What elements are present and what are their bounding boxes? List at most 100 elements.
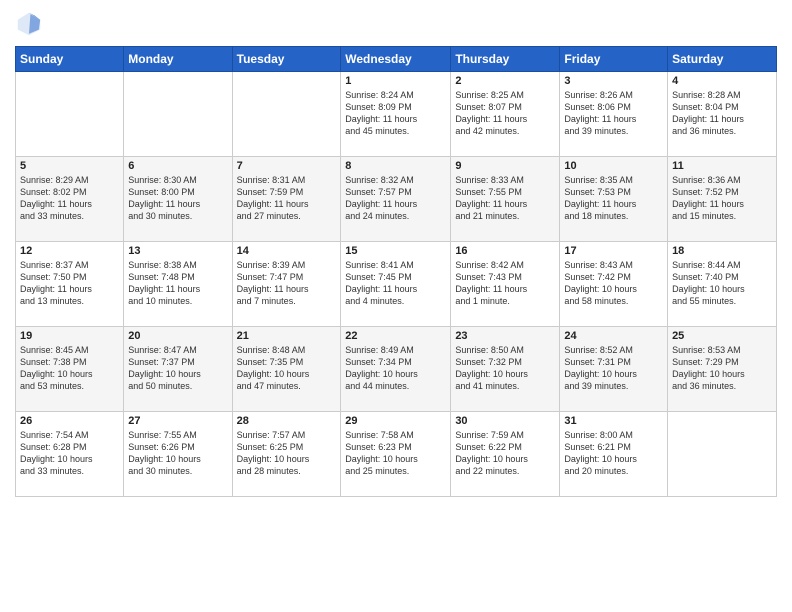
day-number: 3 [564, 75, 663, 87]
calendar-cell: 11Sunrise: 8:36 AM Sunset: 7:52 PM Dayli… [668, 157, 777, 242]
calendar-cell: 7 Sunrise: 8:31 AM Sunset: 7:59 PM Daylig… [232, 157, 341, 242]
day-number: 13 [128, 245, 227, 257]
day-number: 29 [345, 415, 446, 427]
day-info: Sunrise: 7:54 AM Sunset: 6:28 PM Dayligh… [20, 429, 119, 478]
day-info: Sunrise: 8:44 AM Sunset: 7:40 PM Dayligh… [672, 259, 772, 308]
day-number: 21 [237, 330, 337, 342]
day-header-friday: Friday [560, 47, 668, 72]
calendar-cell: 5 Sunrise: 8:29 AM Sunset: 8:02 PM Daylig… [16, 157, 124, 242]
calendar-cell: 25Sunrise: 8:53 AM Sunset: 7:29 PM Dayli… [668, 327, 777, 412]
day-info: Sunrise: 8:28 AM Sunset: 8:04 PM Dayligh… [672, 89, 772, 138]
calendar-week-4: 19 Sunrise: 8:45 AM Sunset: 7:38 PM Dayli… [16, 327, 777, 412]
day-info: Sunrise: 8:50 AM Sunset: 7:32 PM Dayligh… [455, 344, 555, 393]
day-info: Sunrise: 8:35 AM Sunset: 7:53 PM Dayligh… [564, 174, 663, 223]
day-number: 24 [564, 330, 663, 342]
day-number: 31 [564, 415, 663, 427]
calendar-week-5: 26 Sunrise: 7:54 AM Sunset: 6:28 PM Dayli… [16, 412, 777, 497]
day-number: 1 [345, 75, 446, 87]
day-header-wednesday: Wednesday [341, 47, 451, 72]
day-info: Sunrise: 8:39 AM Sunset: 7:47 PM Dayligh… [237, 259, 337, 308]
day-number: 11 [672, 160, 772, 172]
calendar-cell: 20 Sunrise: 8:47 AM Sunset: 7:37 PM Dayli… [124, 327, 232, 412]
day-info: Sunrise: 8:43 AM Sunset: 7:42 PM Dayligh… [564, 259, 663, 308]
day-header-sunday: Sunday [16, 47, 124, 72]
day-info: Sunrise: 7:57 AM Sunset: 6:25 PM Dayligh… [237, 429, 337, 478]
calendar-cell [16, 72, 124, 157]
day-number: 2 [455, 75, 555, 87]
day-info: Sunrise: 8:00 AM Sunset: 6:21 PM Dayligh… [564, 429, 663, 478]
logo [15, 10, 47, 38]
calendar-cell: 8 Sunrise: 8:32 AM Sunset: 7:57 PM Daylig… [341, 157, 451, 242]
day-number: 9 [455, 160, 555, 172]
calendar-cell: 24 Sunrise: 8:52 AM Sunset: 7:31 PM Dayli… [560, 327, 668, 412]
day-info: Sunrise: 8:41 AM Sunset: 7:45 PM Dayligh… [345, 259, 446, 308]
day-number: 19 [20, 330, 119, 342]
day-number: 22 [345, 330, 446, 342]
day-info: Sunrise: 8:32 AM Sunset: 7:57 PM Dayligh… [345, 174, 446, 223]
calendar-cell: 1 Sunrise: 8:24 AM Sunset: 8:09 PM Daylig… [341, 72, 451, 157]
calendar-cell: 14 Sunrise: 8:39 AM Sunset: 7:47 PM Dayli… [232, 242, 341, 327]
calendar-cell: 13 Sunrise: 8:38 AM Sunset: 7:48 PM Dayli… [124, 242, 232, 327]
calendar-cell: 9 Sunrise: 8:33 AM Sunset: 7:55 PM Daylig… [451, 157, 560, 242]
day-info: Sunrise: 7:55 AM Sunset: 6:26 PM Dayligh… [128, 429, 227, 478]
day-number: 4 [672, 75, 772, 87]
calendar-cell: 10 Sunrise: 8:35 AM Sunset: 7:53 PM Dayli… [560, 157, 668, 242]
day-number: 8 [345, 160, 446, 172]
calendar-cell: 12 Sunrise: 8:37 AM Sunset: 7:50 PM Dayli… [16, 242, 124, 327]
calendar-cell: 22 Sunrise: 8:49 AM Sunset: 7:34 PM Dayli… [341, 327, 451, 412]
day-number: 5 [20, 160, 119, 172]
day-info: Sunrise: 8:45 AM Sunset: 7:38 PM Dayligh… [20, 344, 119, 393]
day-header-tuesday: Tuesday [232, 47, 341, 72]
calendar-cell: 31 Sunrise: 8:00 AM Sunset: 6:21 PM Dayli… [560, 412, 668, 497]
day-info: Sunrise: 8:52 AM Sunset: 7:31 PM Dayligh… [564, 344, 663, 393]
calendar-cell: 3 Sunrise: 8:26 AM Sunset: 8:06 PM Daylig… [560, 72, 668, 157]
day-info: Sunrise: 8:38 AM Sunset: 7:48 PM Dayligh… [128, 259, 227, 308]
day-number: 27 [128, 415, 227, 427]
day-info: Sunrise: 8:26 AM Sunset: 8:06 PM Dayligh… [564, 89, 663, 138]
day-info: Sunrise: 8:24 AM Sunset: 8:09 PM Dayligh… [345, 89, 446, 138]
day-info: Sunrise: 8:47 AM Sunset: 7:37 PM Dayligh… [128, 344, 227, 393]
header [15, 10, 777, 38]
calendar-cell: 19 Sunrise: 8:45 AM Sunset: 7:38 PM Dayli… [16, 327, 124, 412]
day-info: Sunrise: 8:29 AM Sunset: 8:02 PM Dayligh… [20, 174, 119, 223]
day-number: 7 [237, 160, 337, 172]
day-number: 23 [455, 330, 555, 342]
day-number: 12 [20, 245, 119, 257]
calendar-cell: 4 Sunrise: 8:28 AM Sunset: 8:04 PM Daylig… [668, 72, 777, 157]
day-info: Sunrise: 8:48 AM Sunset: 7:35 PM Dayligh… [237, 344, 337, 393]
calendar-week-2: 5 Sunrise: 8:29 AM Sunset: 8:02 PM Daylig… [16, 157, 777, 242]
calendar-cell: 18Sunrise: 8:44 AM Sunset: 7:40 PM Dayli… [668, 242, 777, 327]
day-info: Sunrise: 7:58 AM Sunset: 6:23 PM Dayligh… [345, 429, 446, 478]
day-info: Sunrise: 8:49 AM Sunset: 7:34 PM Dayligh… [345, 344, 446, 393]
day-number: 30 [455, 415, 555, 427]
calendar-cell: 16Sunrise: 8:42 AM Sunset: 7:43 PM Dayli… [451, 242, 560, 327]
calendar-week-1: 1 Sunrise: 8:24 AM Sunset: 8:09 PM Daylig… [16, 72, 777, 157]
day-header-saturday: Saturday [668, 47, 777, 72]
calendar-cell: 26 Sunrise: 7:54 AM Sunset: 6:28 PM Dayli… [16, 412, 124, 497]
calendar: SundayMondayTuesdayWednesdayThursdayFrid… [15, 46, 777, 497]
day-info: Sunrise: 7:59 AM Sunset: 6:22 PM Dayligh… [455, 429, 555, 478]
day-info: Sunrise: 8:37 AM Sunset: 7:50 PM Dayligh… [20, 259, 119, 308]
calendar-cell: 21 Sunrise: 8:48 AM Sunset: 7:35 PM Dayli… [232, 327, 341, 412]
day-info: Sunrise: 8:31 AM Sunset: 7:59 PM Dayligh… [237, 174, 337, 223]
day-info: Sunrise: 8:33 AM Sunset: 7:55 PM Dayligh… [455, 174, 555, 223]
calendar-cell: 30 Sunrise: 7:59 AM Sunset: 6:22 PM Dayli… [451, 412, 560, 497]
day-info: Sunrise: 8:42 AM Sunset: 7:43 PM Dayligh… [455, 259, 555, 308]
calendar-cell: 23 Sunrise: 8:50 AM Sunset: 7:32 PM Dayli… [451, 327, 560, 412]
calendar-cell: 29 Sunrise: 7:58 AM Sunset: 6:23 PM Dayli… [341, 412, 451, 497]
day-number: 20 [128, 330, 227, 342]
day-number: 28 [237, 415, 337, 427]
day-info: Sunrise: 8:25 AM Sunset: 8:07 PM Dayligh… [455, 89, 555, 138]
day-header-thursday: Thursday [451, 47, 560, 72]
day-number: 17 [564, 245, 663, 257]
day-number: 26 [20, 415, 119, 427]
day-number: 10 [564, 160, 663, 172]
logo-icon [15, 10, 43, 38]
calendar-cell: 6Sunrise: 8:30 AM Sunset: 8:00 PM Daylig… [124, 157, 232, 242]
day-number: 15 [345, 245, 446, 257]
day-number: 6 [128, 160, 227, 172]
calendar-cell [232, 72, 341, 157]
day-number: 14 [237, 245, 337, 257]
calendar-cell: 28 Sunrise: 7:57 AM Sunset: 6:25 PM Dayli… [232, 412, 341, 497]
page: SundayMondayTuesdayWednesdayThursdayFrid… [0, 0, 792, 612]
